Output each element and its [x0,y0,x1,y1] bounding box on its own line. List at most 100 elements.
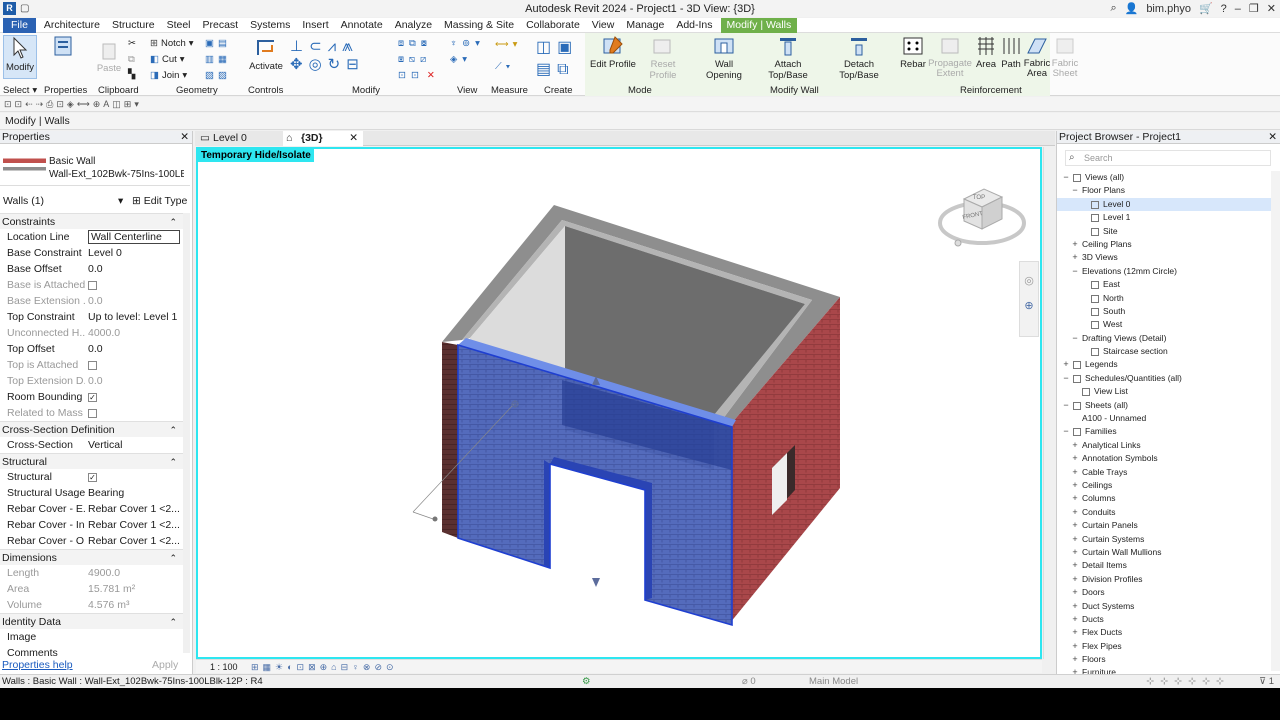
property-value[interactable] [88,357,180,373]
property-value[interactable]: ✓ [88,469,180,485]
browser-item[interactable]: + Columns [1057,492,1271,505]
property-value[interactable]: 0.0 [88,261,180,277]
property-row[interactable]: Length 4900.0 [0,565,183,581]
property-row[interactable]: Image [0,629,183,645]
activate-button[interactable]: Activate [248,35,284,72]
browser-item[interactable]: West [1057,318,1271,331]
expand-icon[interactable]: + [1070,573,1080,586]
browser-item[interactable]: + Flex Pipes [1057,640,1271,653]
geometry-paint-icons[interactable]: ▥▦ [205,54,231,65]
minimize-button[interactable]: – [1235,3,1241,15]
type-selector[interactable]: Basic Wall Wall-Ext_102Bwk-75Ins-100LBlk… [0,146,190,186]
select-dropdown[interactable]: Select ▾ [3,85,37,96]
browser-item[interactable]: East [1057,278,1271,291]
property-section[interactable]: Cross-Section Definition ⌃ [0,421,183,437]
wall-model-drawing[interactable] [198,149,1040,657]
search-icon[interactable]: ⌕ [1110,2,1116,15]
property-row[interactable]: Related to Mass [0,405,183,421]
apply-button[interactable]: Apply [152,657,178,673]
property-row[interactable]: Base Offset 0.0 [0,261,183,277]
create-tools-icons2[interactable]: ▤⧉ [536,59,575,79]
tab-massing-site[interactable]: Massing & Site [438,18,520,33]
property-value[interactable]: 15.781 m² [88,581,180,597]
browser-item[interactable]: + Detail Items [1057,559,1271,572]
attach-top-base-button[interactable]: Attach Top/Base [754,35,822,81]
browser-item[interactable]: + Analytical Links [1057,439,1271,452]
expand-icon[interactable]: + [1070,238,1080,251]
property-value[interactable]: Bearing [88,485,180,501]
modify-small-tools1[interactable]: ⧈⧉⧇ [398,38,432,49]
property-row[interactable]: Structural ✓ [0,469,183,485]
edit-type-button[interactable]: ⊞ Edit Type [132,193,187,209]
property-value[interactable]: ✓ [88,389,180,405]
expand-icon[interactable]: + [1070,533,1080,546]
view-cube[interactable]: TOP FRONT [938,179,1026,259]
collapse-icon[interactable]: − [1061,372,1071,385]
browser-item[interactable]: + Curtain Panels [1057,519,1271,532]
close-tab-icon[interactable]: ✕ [349,131,358,146]
property-row[interactable]: Base Constraint Level 0 [0,245,183,261]
3d-viewport[interactable]: Temporary Hide/Isolate TOP FRONT ◎ ⊕ [196,147,1042,659]
browser-item[interactable]: + Ducts [1057,613,1271,626]
fabric-sheet-button[interactable]: Fabric Sheet [1050,35,1080,79]
paste-button[interactable]: Paste [96,41,122,74]
join-button[interactable]: ◨ Join ▾ [150,70,187,81]
browser-item[interactable]: + Ceiling Plans [1057,238,1271,251]
expand-icon[interactable]: + [1070,492,1080,505]
property-value[interactable]: 0.0 [88,373,180,389]
property-row[interactable]: Unconnected H... 4000.0 [0,325,183,341]
expand-icon[interactable]: + [1070,586,1080,599]
expand-icon[interactable]: + [1061,358,1071,371]
expand-icon[interactable]: + [1070,506,1080,519]
expand-icon[interactable]: + [1070,452,1080,465]
measure-icon[interactable]: ⟷▾ [495,39,521,50]
collapse-icon[interactable]: − [1070,332,1080,345]
close-icon[interactable]: ✕ [1268,131,1277,144]
property-row[interactable]: Top Constraint Up to level: Level 1 [0,309,183,325]
collapse-icon[interactable]: ⌃ [169,614,177,630]
close-button[interactable]: ✕ [1267,2,1276,15]
property-value[interactable]: Up to level: Level 1 [88,309,180,325]
area-button[interactable]: Area [972,35,1000,70]
collapse-icon[interactable]: ⌃ [169,214,177,230]
property-row[interactable]: Top Offset 0.0 [0,341,183,357]
expand-icon[interactable]: + [1070,546,1080,559]
browser-item[interactable]: Level 1 [1057,211,1271,224]
tab-structure[interactable]: Structure [106,18,161,33]
cart-icon[interactable]: 🛒 [1199,2,1213,15]
browser-item[interactable]: + Legends [1057,358,1271,371]
expand-icon[interactable]: + [1070,479,1080,492]
browser-item[interactable]: + Division Profiles [1057,573,1271,586]
match-properties-icon[interactable]: ▚ [128,69,135,80]
user-icon[interactable]: 👤 [1125,2,1139,15]
view-control-icons[interactable]: ⊞▦☀◐⊡⊠⊕⌂⊟♀⊗⊘⊙ [251,660,398,674]
browser-item[interactable]: View List [1057,385,1271,398]
help-icon[interactable]: ? [1221,3,1227,15]
user-name[interactable]: bim.phyo [1146,3,1191,15]
tab-architecture[interactable]: Architecture [38,18,106,33]
property-row[interactable]: Volume 4.576 m³ [0,597,183,613]
modify-tools-row1[interactable]: ⊥⊂⩘⩕ [290,37,359,55]
browser-item[interactable]: − Drafting Views (Detail) [1057,332,1271,345]
rebar-button[interactable]: Rebar [898,35,928,70]
browser-item[interactable]: + Annotation Symbols [1057,452,1271,465]
wall-opening-button[interactable]: Wall Opening [696,35,752,81]
property-row[interactable]: Cross-Section Vertical [0,437,183,453]
browser-item[interactable]: Level 0 [1057,197,1271,212]
property-row[interactable]: Base is Attached [0,277,183,293]
property-value[interactable] [88,277,180,293]
collapse-icon[interactable]: ⌃ [169,550,177,566]
view-tools-icons2[interactable]: ◈▾ [450,54,472,65]
tab-steel[interactable]: Steel [161,18,197,33]
browser-item[interactable]: − Elevations (12mm Circle) [1057,265,1271,278]
tab-annotate[interactable]: Annotate [335,18,389,33]
expand-icon[interactable]: + [1070,559,1080,572]
reset-profile-button[interactable]: Reset Profile [638,35,688,81]
restore-button[interactable]: ❐ [1249,2,1259,15]
browser-search-input[interactable]: ⌕ Search [1065,150,1271,166]
browser-item[interactable]: − Families [1057,425,1271,438]
expand-icon[interactable]: + [1070,600,1080,613]
tab-view[interactable]: View [586,18,621,33]
property-value[interactable]: 0.0 [88,293,180,309]
detach-top-base-button[interactable]: Detach Top/Base [824,35,894,81]
